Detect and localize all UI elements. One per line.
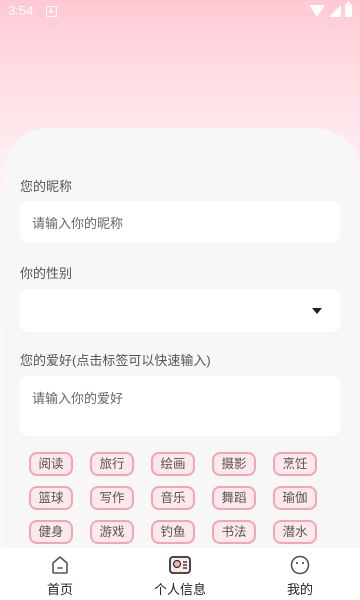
tag-fitness[interactable]: 健身	[29, 520, 73, 544]
gender-label: 你的性别	[20, 266, 73, 281]
tag-photography[interactable]: 摄影	[212, 452, 256, 476]
tag-diving[interactable]: 潜水	[273, 520, 317, 544]
tag-basketball[interactable]: 篮球	[29, 486, 73, 510]
home-icon	[52, 556, 68, 574]
battery-icon	[345, 2, 352, 17]
profile-card-icon	[169, 556, 191, 574]
nickname-input[interactable]: 请输入你的昵称	[20, 201, 340, 243]
hobby-label: 您的爱好(点击标签可以快速输入)	[20, 353, 211, 368]
tag-reading[interactable]: 阅读	[29, 452, 73, 476]
nav-home-label: 首页	[46, 582, 73, 597]
hobby-input[interactable]: 请输入你的爱好	[20, 376, 340, 436]
nav-profile-info[interactable]: 个人信息	[120, 548, 240, 600]
nickname-label: 您的昵称	[20, 179, 73, 194]
tag-music[interactable]: 音乐	[151, 486, 195, 510]
tag-painting[interactable]: 绘画	[151, 452, 195, 476]
hobby-placeholder: 请输入你的爱好	[32, 391, 124, 406]
tag-dance[interactable]: 舞蹈	[212, 486, 256, 510]
nav-mine-label: 我的	[286, 582, 313, 597]
tag-cooking[interactable]: 烹饪	[273, 452, 317, 476]
nav-mine[interactable]: 我的	[240, 548, 360, 600]
tag-gaming[interactable]: 游戏	[90, 520, 134, 544]
tag-calligraphy[interactable]: 书法	[212, 520, 256, 544]
nav-profile-info-label: 个人信息	[153, 582, 206, 597]
notification-icon	[46, 6, 57, 17]
gender-select[interactable]	[20, 289, 340, 332]
dropdown-arrow-icon	[312, 308, 322, 314]
status-icons	[309, 2, 352, 17]
wifi-icon	[309, 4, 325, 17]
nickname-placeholder: 请输入你的昵称	[32, 215, 124, 231]
tag-yoga[interactable]: 瑜伽	[273, 486, 317, 510]
tag-fishing[interactable]: 钓鱼	[151, 520, 195, 544]
status-bar: 3:54	[0, 0, 360, 24]
smile-face-icon	[290, 555, 310, 575]
status-time: 3:54	[8, 3, 34, 18]
tag-travel[interactable]: 旅行	[90, 452, 134, 476]
nav-home[interactable]: 首页	[0, 548, 120, 600]
signal-icon	[329, 4, 341, 17]
bottom-navigation: 首页 个人信息 我的	[0, 548, 360, 600]
tag-writing[interactable]: 写作	[90, 486, 134, 510]
